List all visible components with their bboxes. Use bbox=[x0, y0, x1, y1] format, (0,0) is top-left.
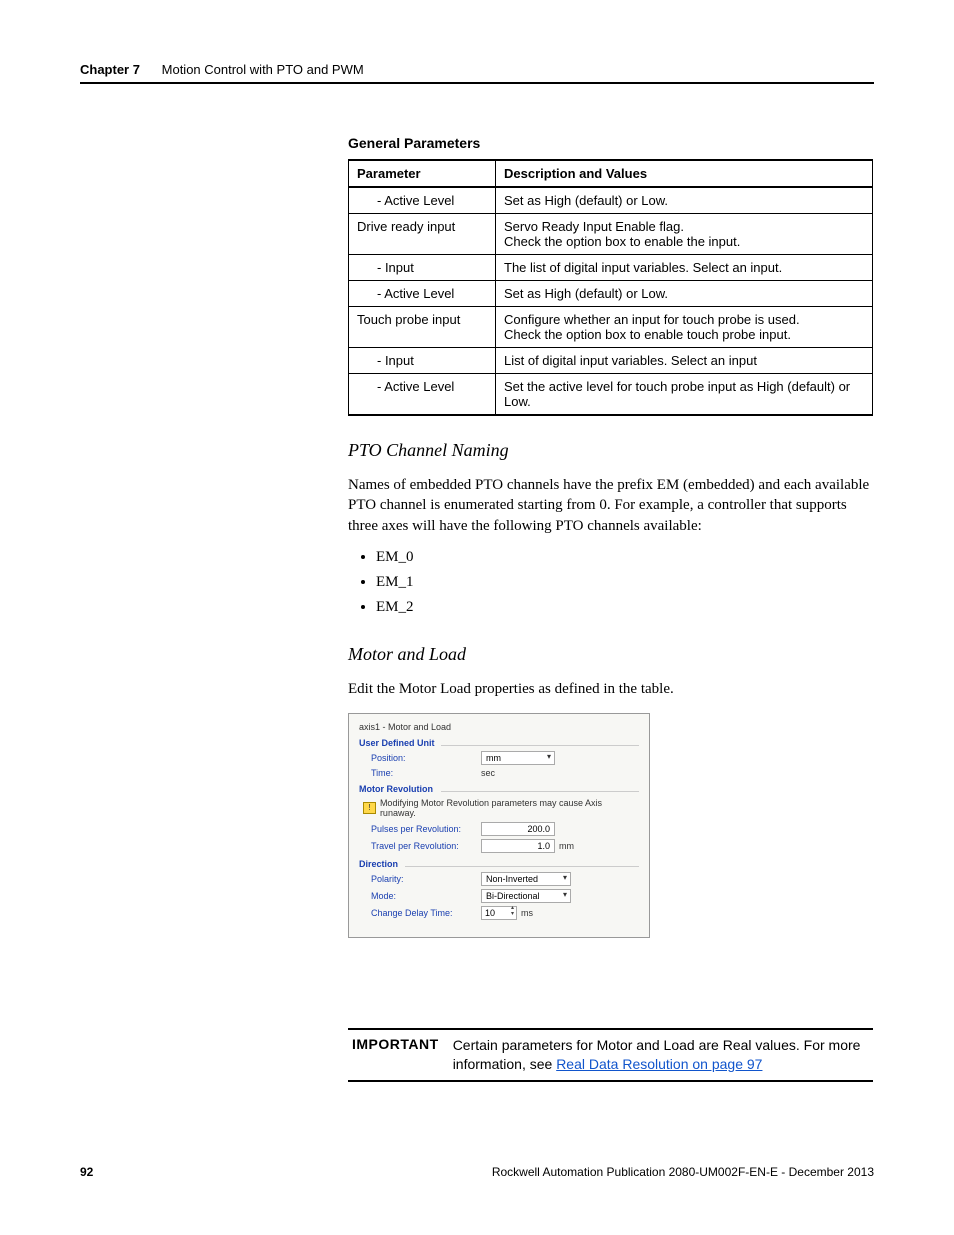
input-ppr[interactable]: 200.0 bbox=[481, 822, 555, 836]
table-row: The list of digital input variables. Sel… bbox=[496, 255, 873, 281]
header-rule bbox=[80, 82, 874, 84]
label-time: Time: bbox=[371, 768, 481, 778]
warning-icon: ! bbox=[363, 802, 376, 814]
important-box: IMPORTANT Certain parameters for Motor a… bbox=[348, 1028, 873, 1082]
dropdown-position-unit[interactable]: mm bbox=[481, 751, 555, 765]
table-row: - Active Level bbox=[349, 187, 496, 214]
table-row: Servo Ready Input Enable flag.Check the … bbox=[496, 214, 873, 255]
table-row: Set as High (default) or Low. bbox=[496, 281, 873, 307]
table-row: - Active Level bbox=[349, 374, 496, 416]
group-user-unit: User Defined Unit bbox=[359, 738, 639, 748]
pto-para: Names of embedded PTO channels have the … bbox=[348, 475, 873, 536]
spinner-cdt[interactable]: 10 bbox=[481, 906, 517, 920]
page-header: Chapter 7 Motion Control with PTO and PW… bbox=[80, 62, 874, 77]
chapter-title: Motion Control with PTO and PWM bbox=[162, 62, 364, 77]
table-row: Configure whether an input for touch pro… bbox=[496, 307, 873, 348]
table-row: Set as High (default) or Low. bbox=[496, 187, 873, 214]
label-ppr: Pulses per Revolution: bbox=[371, 824, 481, 834]
label-polarity: Polarity: bbox=[371, 874, 481, 884]
value-time-unit: sec bbox=[481, 768, 495, 778]
col-parameter: Parameter bbox=[349, 160, 496, 187]
table-row: Touch probe input bbox=[349, 307, 496, 348]
important-label: IMPORTANT bbox=[348, 1036, 453, 1074]
warning-row: ! Modifying Motor Revolution parameters … bbox=[363, 798, 639, 818]
table-caption: General Parameters bbox=[348, 135, 873, 151]
motor-para: Edit the Motor Load properties as define… bbox=[348, 679, 873, 699]
pto-heading: PTO Channel Naming bbox=[348, 440, 873, 461]
page-number: 92 bbox=[80, 1165, 93, 1179]
parameters-table: Parameter Description and Values - Activ… bbox=[348, 159, 873, 416]
label-position: Position: bbox=[371, 753, 481, 763]
label-cdt: Change Delay Time: bbox=[371, 908, 481, 918]
label-mode: Mode: bbox=[371, 891, 481, 901]
table-row: - Input bbox=[349, 348, 496, 374]
dropdown-mode[interactable]: Bi-Directional bbox=[481, 889, 571, 903]
publication-info: Rockwell Automation Publication 2080-UM0… bbox=[492, 1165, 874, 1179]
unit-tpr: mm bbox=[559, 841, 574, 851]
table-row: - Input bbox=[349, 255, 496, 281]
table-row: - Active Level bbox=[349, 281, 496, 307]
unit-cdt: ms bbox=[521, 908, 533, 918]
label-tpr: Travel per Revolution: bbox=[371, 841, 481, 851]
table-row: List of digital input variables. Select … bbox=[496, 348, 873, 374]
col-desc: Description and Values bbox=[496, 160, 873, 187]
list-item: EM_1 bbox=[376, 571, 873, 594]
shot-title: axis1 - Motor and Load bbox=[359, 722, 639, 732]
important-link[interactable]: Real Data Resolution on page 97 bbox=[556, 1056, 762, 1072]
motor-load-screenshot: axis1 - Motor and Load User Defined Unit… bbox=[348, 713, 650, 938]
group-direction: Direction bbox=[359, 859, 639, 869]
input-tpr[interactable]: 1.0 bbox=[481, 839, 555, 853]
page-footer: 92 Rockwell Automation Publication 2080-… bbox=[80, 1165, 874, 1179]
pto-list: EM_0EM_1EM_2 bbox=[376, 546, 873, 620]
chapter-label: Chapter 7 bbox=[80, 62, 140, 77]
group-motor-rev: Motor Revolution bbox=[359, 784, 639, 794]
list-item: EM_2 bbox=[376, 596, 873, 619]
dropdown-polarity[interactable]: Non-Inverted bbox=[481, 872, 571, 886]
table-row: Drive ready input bbox=[349, 214, 496, 255]
warning-text: Modifying Motor Revolution parameters ma… bbox=[380, 798, 639, 818]
motor-heading: Motor and Load bbox=[348, 644, 873, 665]
table-row: Set the active level for touch probe inp… bbox=[496, 374, 873, 416]
list-item: EM_0 bbox=[376, 546, 873, 569]
